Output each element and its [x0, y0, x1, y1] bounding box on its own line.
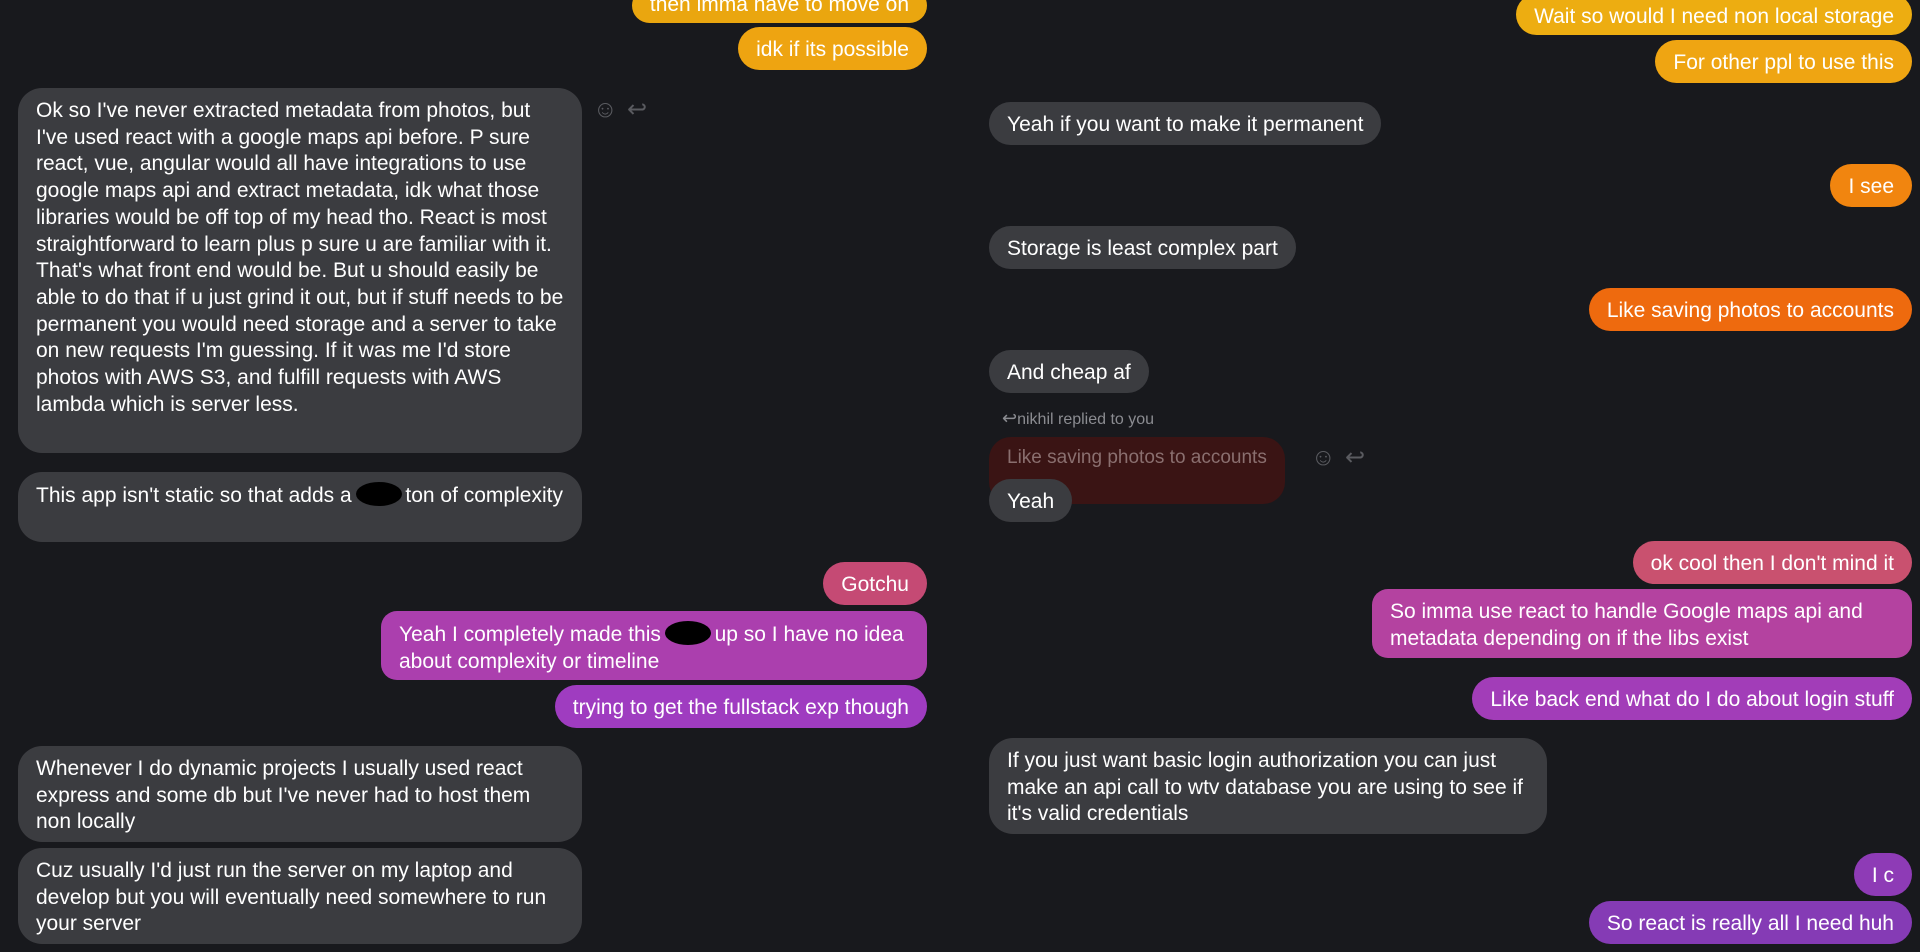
message-bubble-outgoing[interactable]: trying to get the fullstack exp though	[554, 685, 927, 728]
message-bubble-outgoing[interactable]: So react is really all I need huh	[1588, 901, 1912, 944]
message-bubble-outgoing[interactable]: I c	[1853, 853, 1912, 896]
reply-arrow-icon[interactable]: ↩	[627, 98, 647, 122]
message-bubble-outgoing[interactable]: For other ppl to use this	[1655, 40, 1912, 83]
chat-column-right: Wait so would I need non local storage F…	[975, 0, 1920, 952]
message-bubble-incoming[interactable]: And cheap af	[989, 350, 1149, 393]
message-text: Yeah I completely made this	[399, 623, 661, 646]
reply-arrow-icon[interactable]: ↩	[1345, 446, 1365, 470]
message-bubble-outgoing[interactable]: then imma have to move on	[631, 0, 927, 23]
message-bubble-incoming[interactable]: Yeah if you want to make it permanent	[989, 102, 1382, 145]
chat-column-left: then imma have to move on idk if its pos…	[0, 0, 945, 952]
message-bubble-incoming[interactable]: Ok so I've never extracted metadata from…	[18, 88, 582, 453]
redacted-mark	[355, 482, 402, 506]
react-emoji-icon[interactable]: ☺	[1311, 446, 1336, 470]
message-bubble-incoming[interactable]: Cuz usually I'd just run the server on m…	[18, 848, 582, 944]
reply-meta-text: nikhil replied to you	[1017, 411, 1155, 428]
message-bubble-outgoing[interactable]: Gotchu	[823, 562, 927, 605]
react-emoji-icon[interactable]: ☺	[593, 98, 618, 122]
message-bubble-outgoing[interactable]: idk if its possible	[738, 27, 927, 70]
message-bubble-incoming[interactable]: Yeah	[989, 479, 1073, 522]
message-bubble-incoming[interactable]: If you just want basic login authorizati…	[989, 738, 1547, 834]
redacted-mark	[664, 621, 711, 645]
reply-context: ↩nikhil replied to you	[1002, 408, 1154, 429]
reply-arrow-icon: ↩	[1002, 408, 1018, 428]
message-bubble-incoming[interactable]: Storage is least complex part	[989, 226, 1296, 269]
message-bubble-outgoing[interactable]: Wait so would I need non local storage	[1516, 0, 1912, 35]
message-bubble-outgoing[interactable]: I see	[1830, 164, 1912, 207]
message-bubble-incoming[interactable]: Whenever I do dynamic projects I usually…	[18, 746, 582, 842]
message-bubble-outgoing[interactable]: Yeah I completely made this up so I have…	[381, 611, 927, 680]
message-bubble-outgoing[interactable]: Like back end what do I do about login s…	[1472, 677, 1912, 720]
message-bubble-outgoing[interactable]: ok cool then I don't mind it	[1632, 541, 1912, 584]
message-text: This app isn't static so that adds a	[36, 484, 352, 507]
message-bubble-outgoing[interactable]: Like saving photos to accounts	[1588, 288, 1912, 331]
message-bubble-incoming[interactable]: This app isn't static so that adds a ton…	[18, 472, 582, 542]
message-bubble-outgoing[interactable]: So imma use react to handle Google maps …	[1372, 589, 1912, 658]
message-text: ton of complexity	[405, 484, 563, 507]
